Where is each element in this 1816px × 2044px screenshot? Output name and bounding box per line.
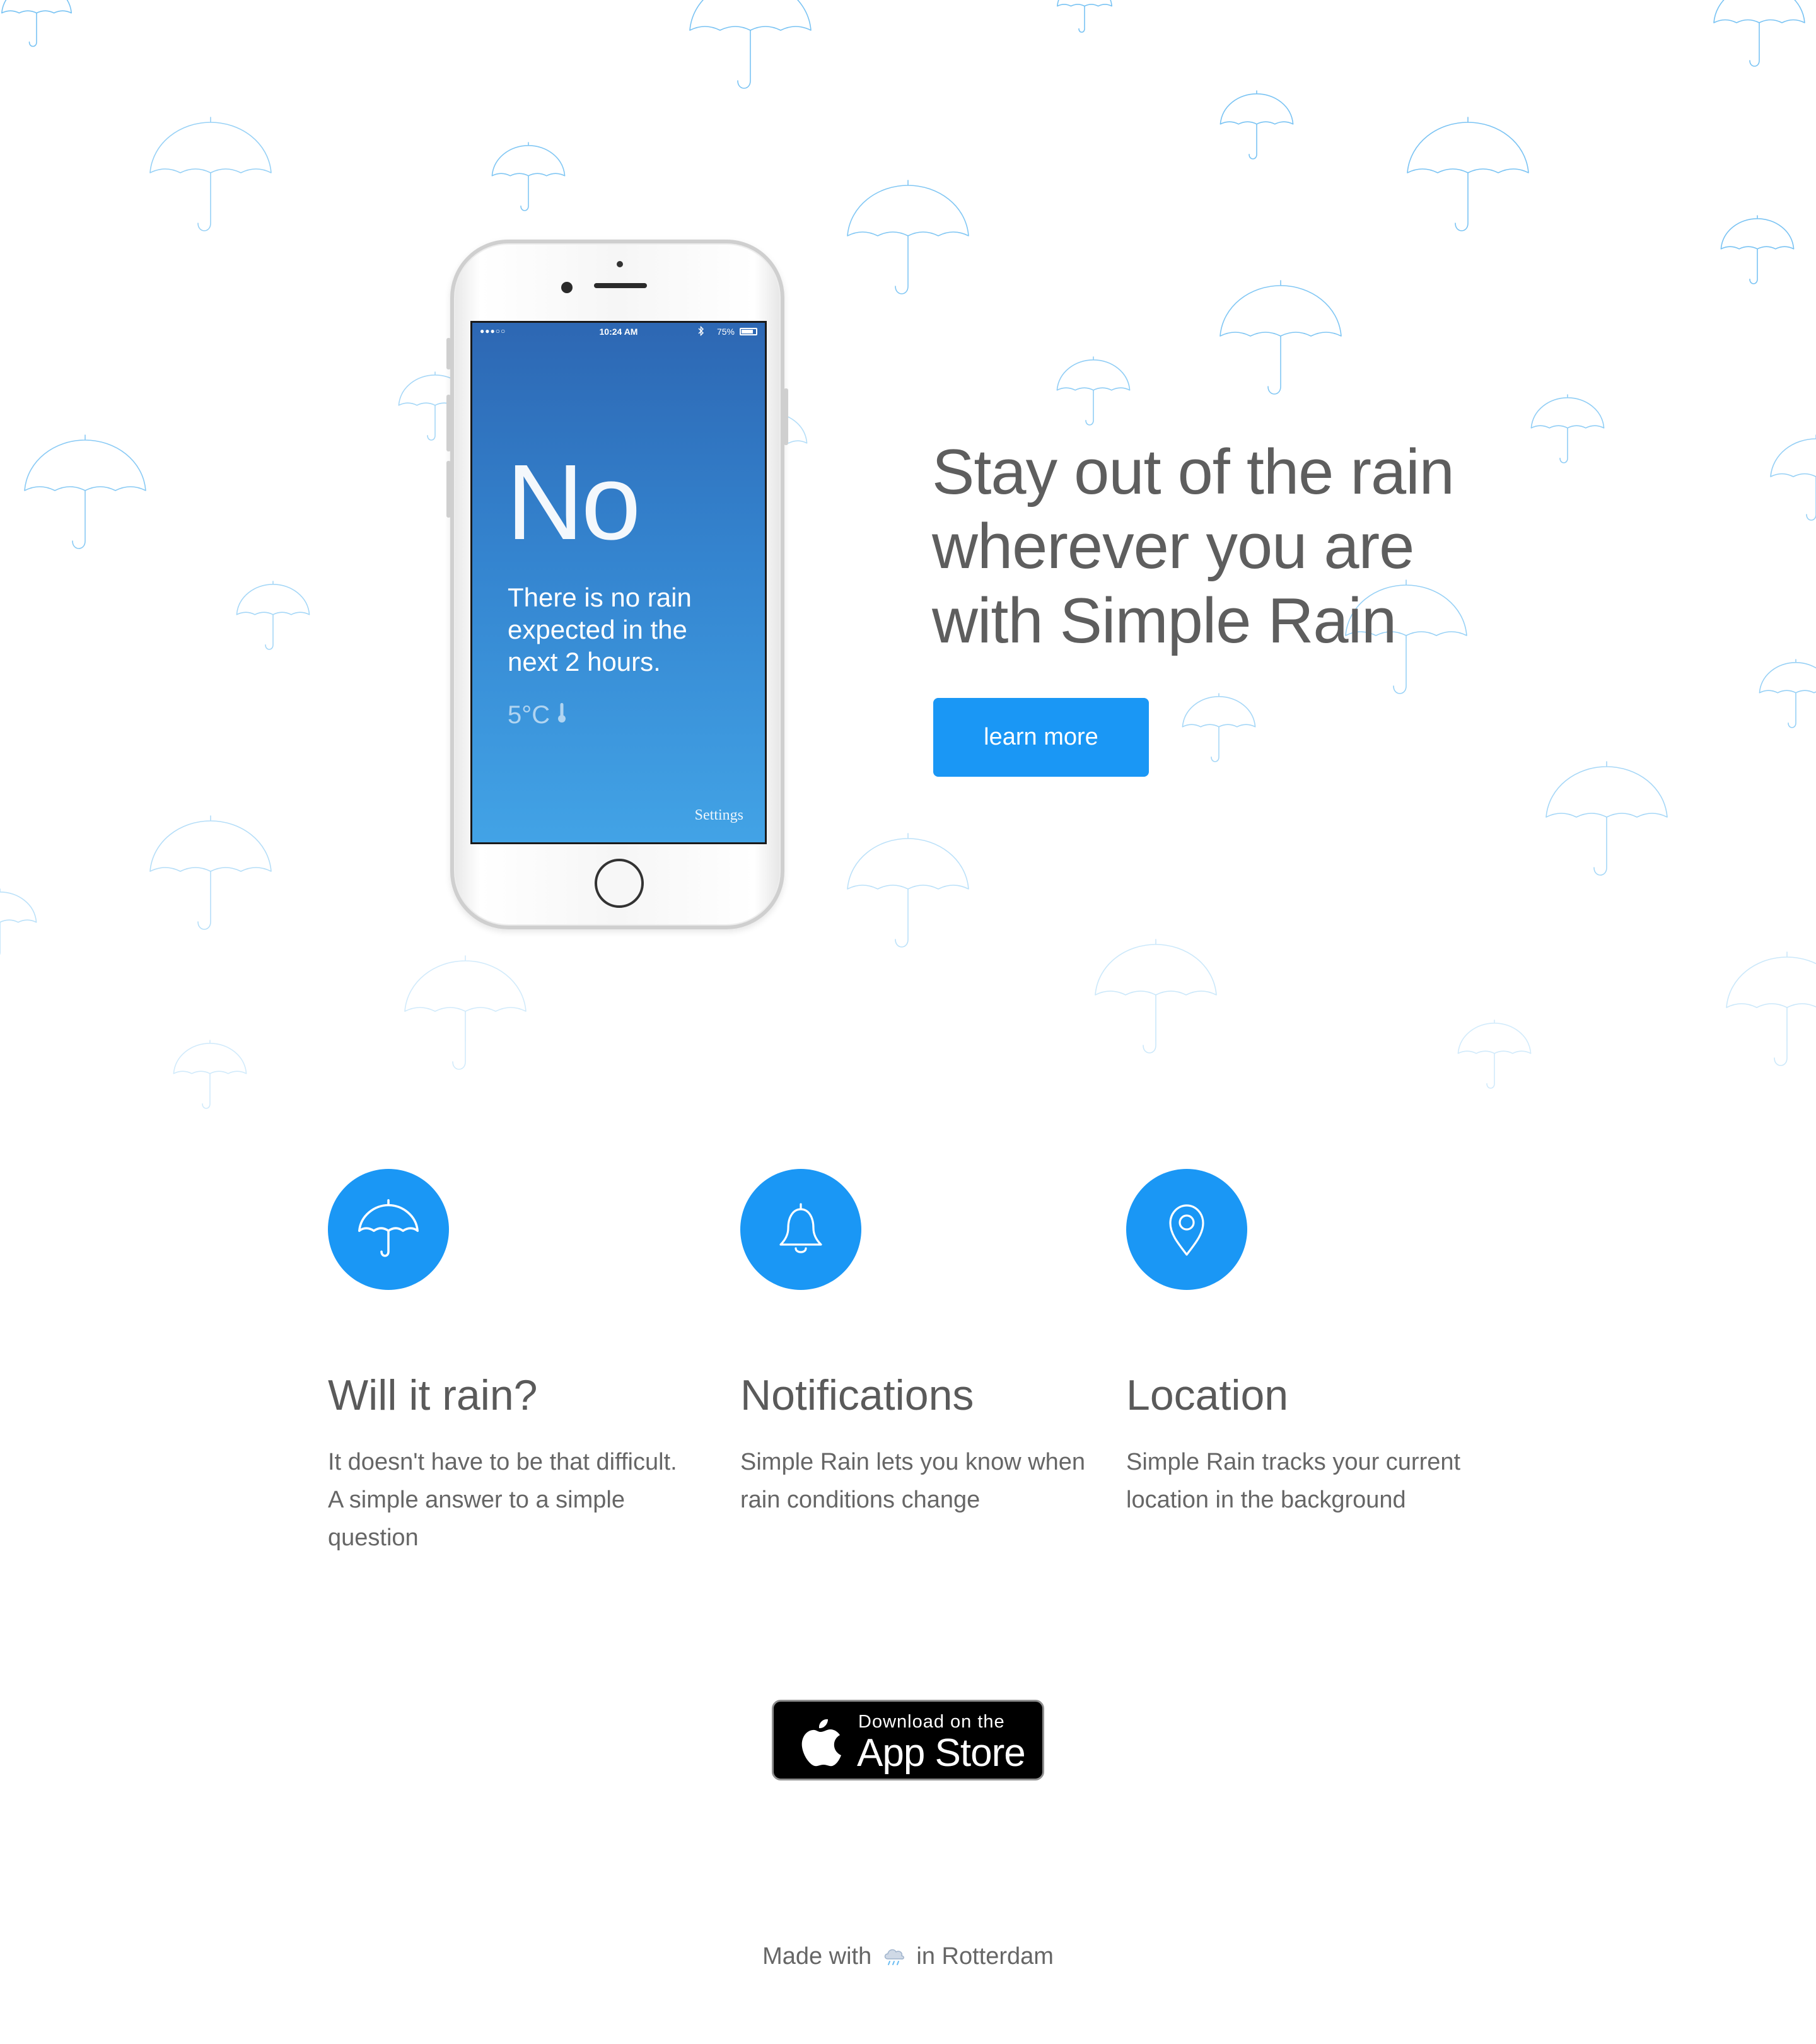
hero-headline: Stay out of the rain wherever you are wi… xyxy=(932,435,1563,658)
umbrella-icon xyxy=(847,180,969,294)
umbrella-icon xyxy=(236,581,310,650)
temperature-value: 5°C xyxy=(508,701,550,729)
headline-line: wherever you are xyxy=(932,511,1414,582)
umbrella-icon xyxy=(847,833,969,948)
umbrella-icon xyxy=(1720,215,1795,284)
umbrella-icon xyxy=(1095,939,1217,1054)
phone-mockup: ●●●○○ 10:24 AM 75% No There is no rain e… xyxy=(446,240,788,929)
footer-prefix: Made with xyxy=(762,1943,872,1970)
phone-home-button xyxy=(595,859,644,908)
bell-icon xyxy=(779,1203,822,1253)
umbrella-icon xyxy=(1545,761,1668,876)
umbrella-icon xyxy=(1770,434,1816,521)
umbrella-icon xyxy=(689,0,812,89)
umbrella-icon xyxy=(149,815,272,930)
footer-suffix: in Rotterdam xyxy=(916,1943,1054,1970)
phone-volume-up xyxy=(446,395,451,451)
headline-line: with Simple Rain xyxy=(932,586,1397,656)
feature-icon-circle xyxy=(328,1169,449,1290)
headline-line: Stay out of the rain xyxy=(932,437,1455,508)
app-store-line2: App Store xyxy=(857,1731,1026,1775)
feature-icon-circle xyxy=(740,1169,861,1290)
rain-answer: No xyxy=(506,443,641,562)
temperature-readout: 5°C xyxy=(508,701,567,729)
rain-cloud-icon xyxy=(882,1945,906,1975)
phone-power-button xyxy=(784,388,788,445)
bluetooth-icon xyxy=(698,325,704,338)
feature-icon-circle xyxy=(1126,1169,1247,1290)
umbrella-icon xyxy=(173,1040,247,1109)
umbrella-icon xyxy=(1219,280,1342,395)
phone-speaker xyxy=(594,283,647,288)
feature-description: Simple Rain lets you know when rain cond… xyxy=(740,1449,1086,1513)
phone-volume-down xyxy=(446,461,451,518)
thermometer-icon xyxy=(557,701,567,729)
umbrella-icon xyxy=(358,1199,419,1257)
feature-description: It doesn't have to be that difficult. A … xyxy=(328,1449,677,1551)
umbrella-icon xyxy=(149,117,272,231)
feature-will-it-rain: Will it rain? It doesn't have to be that… xyxy=(328,1169,677,1551)
rain-answer-detail: There is no rain expected in the next 2 … xyxy=(508,583,692,676)
phone-sensor xyxy=(617,261,623,267)
location-pin-icon xyxy=(1169,1204,1204,1256)
phone-mute-switch xyxy=(446,338,451,369)
umbrella-icon xyxy=(1759,659,1816,728)
umbrella-icon xyxy=(24,434,146,549)
phone-camera xyxy=(561,282,573,293)
phone-screen: ●●●○○ 10:24 AM 75% No There is no rain e… xyxy=(470,321,767,844)
umbrella-icon xyxy=(1407,117,1529,231)
umbrella-icon xyxy=(1,0,72,47)
umbrella-icon xyxy=(1457,1019,1532,1089)
settings-link[interactable]: Settings xyxy=(695,807,743,824)
app-store-line1: Download on the xyxy=(858,1712,1005,1732)
battery-percentage: 75% xyxy=(716,327,735,337)
feature-title: Will it rain? xyxy=(328,1371,538,1419)
umbrella-icon xyxy=(491,142,566,211)
app-store-badge[interactable]: Download on the App Store xyxy=(772,1700,1044,1780)
umbrella-icon xyxy=(1219,90,1294,160)
feature-title: Notifications xyxy=(740,1371,974,1419)
feature-description: Simple Rain tracks your current location… xyxy=(1126,1449,1461,1513)
umbrella-icon xyxy=(0,888,37,955)
umbrella-icon xyxy=(1056,0,1113,33)
umbrella-icon xyxy=(1182,693,1256,762)
learn-more-button[interactable]: learn more xyxy=(933,698,1149,777)
feature-title: Location xyxy=(1126,1371,1289,1419)
umbrella-icon xyxy=(404,955,527,1070)
status-bar: ●●●○○ 10:24 AM 75% xyxy=(472,323,765,340)
umbrella-icon xyxy=(1056,356,1131,426)
page: ●●●○○ 10:24 AM 75% No There is no rain e… xyxy=(0,0,1816,2044)
umbrella-icon xyxy=(1713,0,1805,67)
battery-icon xyxy=(740,328,757,335)
footer: Made with in Rotterdam xyxy=(0,1943,1816,1975)
umbrella-icon xyxy=(1726,951,1816,1066)
apple-icon xyxy=(801,1719,841,1767)
feature-location: Location Simple Rain tracks your current… xyxy=(1126,1169,1460,1513)
feature-notifications: Notifications Simple Rain lets you know … xyxy=(740,1169,1085,1513)
